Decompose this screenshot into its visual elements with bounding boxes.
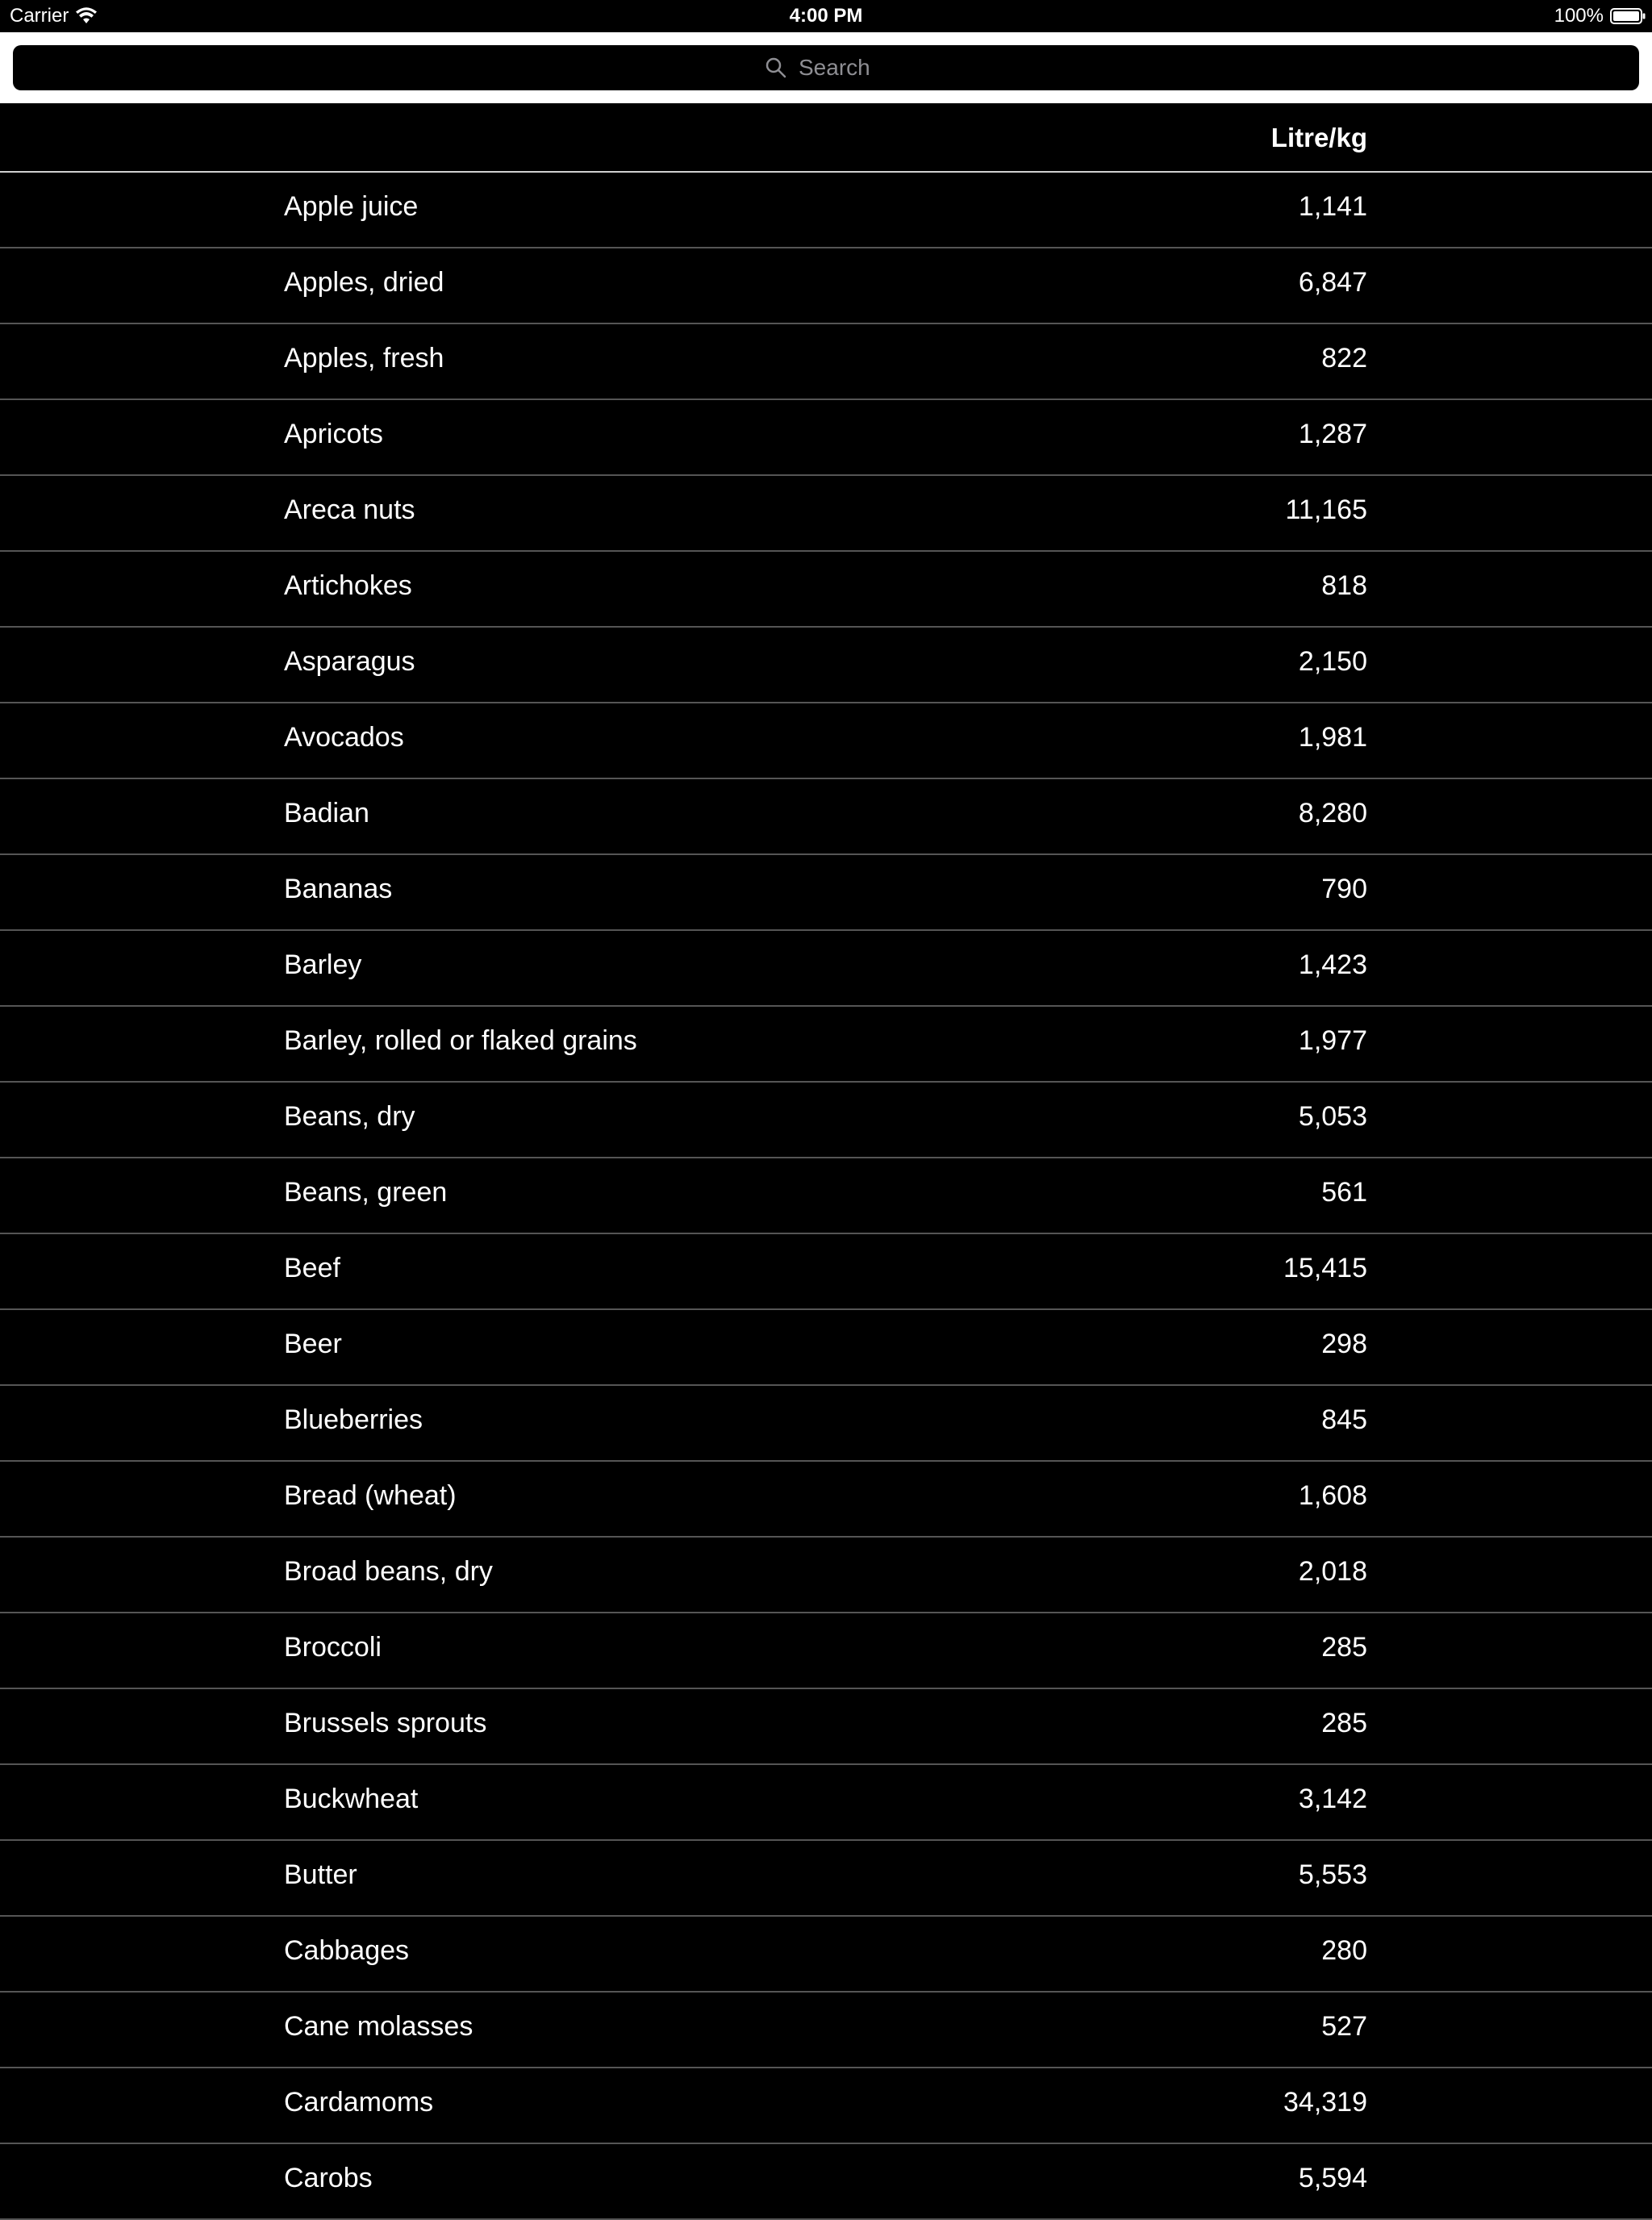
food-name: Bananas [284, 874, 393, 904]
table-row[interactable]: Butter 5,553 [0, 1841, 1652, 1917]
status-time: 4:00 PM [789, 5, 863, 27]
table-row[interactable]: Buckwheat 3,142 [0, 1765, 1652, 1841]
food-name: Beef [284, 1253, 340, 1283]
litre-per-kg-value: 280 [1321, 1935, 1367, 1966]
litre-per-kg-value: 285 [1321, 1708, 1367, 1738]
food-name: Barley [284, 949, 362, 980]
table-row[interactable]: Badian 8,280 [0, 779, 1652, 855]
table-row[interactable]: Broccoli 285 [0, 1613, 1652, 1689]
food-name: Apples, dried [284, 267, 444, 298]
litre-per-kg-value: 822 [1321, 343, 1367, 373]
food-name: Areca nuts [284, 494, 415, 525]
search-field[interactable] [13, 45, 1639, 90]
table-row[interactable]: Avocados 1,981 [0, 703, 1652, 779]
food-name: Blueberries [284, 1404, 423, 1435]
food-list: Apple juice 1,141 Apples, dried 6,847 Appl… [0, 173, 1652, 2220]
search-input[interactable] [799, 55, 887, 81]
table-row[interactable]: Barley 1,423 [0, 931, 1652, 1007]
food-name: Apple juice [284, 191, 419, 222]
litre-per-kg-value: 6,847 [1298, 267, 1367, 298]
battery-icon [1610, 8, 1646, 24]
food-name: Brussels sprouts [284, 1708, 487, 1738]
litre-per-kg-value: 2,018 [1298, 1556, 1367, 1587]
table-row[interactable]: Apples, dried 6,847 [0, 248, 1652, 324]
table-row[interactable]: Artichokes 818 [0, 552, 1652, 628]
litre-per-kg-value: 1,608 [1298, 1480, 1367, 1511]
litre-per-kg-value: 34,319 [1283, 2087, 1367, 2118]
food-name: Broccoli [284, 1632, 382, 1663]
litre-per-kg-value: 5,553 [1298, 1859, 1367, 1890]
food-name: Cane molasses [284, 2011, 473, 2042]
litre-per-kg-value: 1,287 [1298, 419, 1367, 449]
table-row[interactable]: Beans, green 561 [0, 1158, 1652, 1234]
food-name: Barley, rolled or flaked grains [284, 1025, 637, 1056]
food-name: Beer [284, 1329, 342, 1359]
table-row[interactable]: Asparagus 2,150 [0, 628, 1652, 703]
food-name: Artichokes [284, 570, 412, 601]
table-row[interactable]: Blueberries 845 [0, 1386, 1652, 1462]
table-row[interactable]: Apple juice 1,141 [0, 173, 1652, 248]
food-name: Beans, green [284, 1177, 448, 1208]
table-row[interactable]: Apples, fresh 822 [0, 324, 1652, 400]
litre-per-kg-value: 298 [1321, 1329, 1367, 1359]
food-name: Cardamoms [284, 2087, 434, 2118]
table-row[interactable]: Beer 298 [0, 1310, 1652, 1386]
litre-per-kg-value: 8,280 [1298, 798, 1367, 828]
litre-per-kg-value: 15,415 [1283, 1253, 1367, 1283]
food-name: Apples, fresh [284, 343, 444, 373]
food-name: Broad beans, dry [284, 1556, 493, 1587]
table-row[interactable]: Cabbages 280 [0, 1917, 1652, 1993]
food-name: Carobs [284, 2163, 373, 2193]
value-column-header: Litre/kg [1270, 123, 1367, 152]
litre-per-kg-value: 1,141 [1298, 191, 1367, 222]
table-row[interactable]: Bananas 790 [0, 855, 1652, 931]
food-name: Buckwheat [284, 1784, 419, 1814]
battery-info: 100% [1554, 5, 1646, 27]
table-row[interactable]: Cane molasses 527 [0, 1993, 1652, 2068]
litre-per-kg-value: 5,594 [1298, 2163, 1367, 2193]
food-name: Asparagus [284, 646, 415, 677]
litre-per-kg-value: 285 [1321, 1632, 1367, 1663]
food-name: Apricots [284, 419, 383, 449]
table-row[interactable]: Carobs 5,594 [0, 2144, 1652, 2220]
litre-per-kg-value: 845 [1321, 1404, 1367, 1435]
litre-per-kg-value: 3,142 [1298, 1784, 1367, 1814]
litre-per-kg-value: 1,423 [1298, 949, 1367, 980]
litre-per-kg-value: 11,165 [1285, 494, 1367, 525]
status-bar: Carrier 4:00 PM 100% [0, 0, 1652, 32]
search-icon [766, 57, 786, 78]
search-bar [0, 32, 1652, 103]
food-name: Cabbages [284, 1935, 410, 1966]
table-row[interactable]: Areca nuts 11,165 [0, 476, 1652, 552]
litre-per-kg-value: 1,977 [1298, 1025, 1367, 1056]
food-name: Beans, dry [284, 1101, 415, 1132]
food-name: Butter [284, 1859, 357, 1890]
table-row[interactable]: Beans, dry 5,053 [0, 1083, 1652, 1158]
table-row[interactable]: Apricots 1,287 [0, 400, 1652, 476]
litre-per-kg-value: 561 [1321, 1177, 1367, 1208]
litre-per-kg-value: 2,150 [1298, 646, 1367, 677]
food-name: Avocados [284, 722, 404, 753]
table-row[interactable]: Broad beans, dry 2,018 [0, 1538, 1652, 1613]
food-name: Bread (wheat) [284, 1480, 457, 1511]
litre-per-kg-value: 527 [1321, 2011, 1367, 2042]
litre-per-kg-value: 790 [1321, 874, 1367, 904]
table-header: Litre/kg [0, 103, 1652, 173]
litre-per-kg-value: 818 [1321, 570, 1367, 601]
food-name: Badian [284, 798, 369, 828]
table-row[interactable]: Beef 15,415 [0, 1234, 1652, 1310]
litre-per-kg-value: 1,981 [1298, 722, 1367, 753]
table-row[interactable]: Barley, rolled or flaked grains 1,977 [0, 1007, 1652, 1083]
table-row[interactable]: Bread (wheat) 1,608 [0, 1462, 1652, 1538]
table-row[interactable]: Brussels sprouts 285 [0, 1689, 1652, 1765]
battery-percent: 100% [1554, 5, 1604, 27]
litre-per-kg-value: 5,053 [1298, 1101, 1367, 1132]
table-row[interactable]: Cardamoms 34,319 [0, 2068, 1652, 2144]
